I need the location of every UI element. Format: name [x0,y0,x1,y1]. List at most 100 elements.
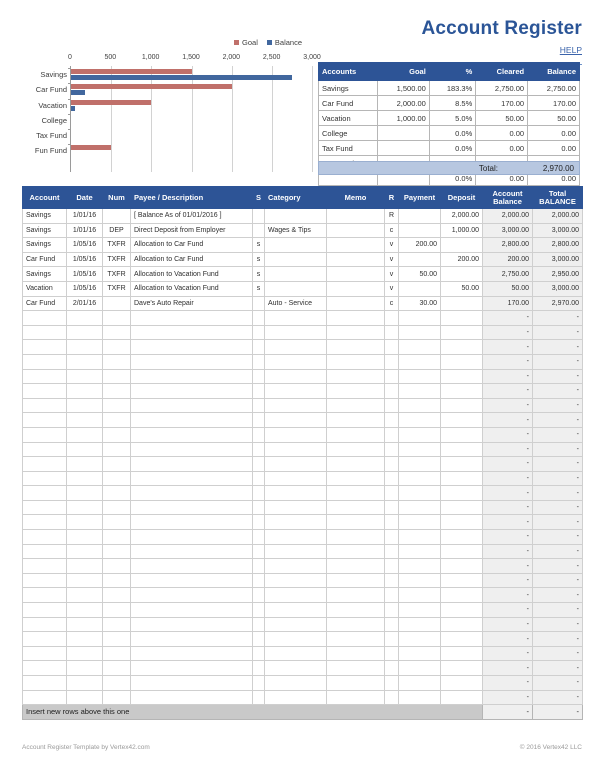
register-cell-memo[interactable] [326,280,385,297]
register-cell-category[interactable] [264,543,327,560]
register-cell-num[interactable] [102,543,131,560]
register-cell-date[interactable]: 2/01/16 [66,295,103,312]
register-cell-deposit[interactable] [440,266,483,282]
register-cell-payment[interactable] [398,675,441,691]
register-cell-memo[interactable] [326,339,385,355]
register-cell-total-balance[interactable]: - [532,456,583,472]
register-cell-r[interactable] [384,587,399,604]
table-row-empty[interactable]: -- [22,558,583,574]
register-cell-memo[interactable] [326,251,385,268]
register-cell-payee[interactable] [130,499,253,516]
register-cell-payment[interactable] [398,222,441,239]
register-cell-acct-balance[interactable]: - [482,675,533,691]
register-cell-account[interactable] [22,339,67,355]
register-cell-total-balance[interactable]: - [532,514,583,531]
register-cell-deposit[interactable] [440,558,483,574]
register-cell-num[interactable] [102,368,131,385]
register-cell-payee[interactable]: Allocation to Vacation Fund [130,266,253,282]
register-cell-date[interactable] [66,675,103,691]
register-cell-payment[interactable] [398,645,441,662]
register-cell-payee[interactable] [130,441,253,458]
register-cell-acct-balance[interactable]: - [482,412,533,428]
register-cell-num[interactable] [102,572,131,589]
register-cell-memo[interactable] [326,689,385,706]
register-cell-deposit[interactable] [440,397,483,414]
register-cell-payment[interactable] [398,558,441,574]
register-cell-s[interactable] [252,660,265,676]
register-cell-deposit[interactable] [440,426,483,443]
register-cell-num[interactable] [102,456,131,472]
register-cell-total-balance[interactable]: - [532,572,583,589]
register-cell-s[interactable] [252,426,265,443]
table-row-empty[interactable]: -- [22,660,583,676]
register-cell-account[interactable] [22,616,67,633]
register-cell-total-balance[interactable]: - [532,543,583,560]
register-cell-total-balance[interactable]: - [532,689,583,706]
register-cell-acct-balance[interactable]: - [482,645,533,662]
register-cell-total-balance[interactable]: 2,970.00 [532,295,583,312]
register-cell-s[interactable] [252,383,265,399]
register-cell-memo[interactable] [326,631,385,647]
register-cell-payment[interactable] [398,485,441,501]
register-cell-account[interactable]: Savings [22,266,67,282]
register-cell-acct-balance[interactable]: - [482,689,533,706]
register-cell-date[interactable] [66,572,103,589]
register-cell-payee[interactable] [130,558,253,574]
register-cell-memo[interactable] [326,675,385,691]
register-cell-deposit[interactable] [440,602,483,618]
register-cell-category[interactable] [264,529,327,545]
register-cell-category[interactable] [264,689,327,706]
register-cell-r[interactable]: v [384,266,399,282]
register-cell-num[interactable] [102,324,131,341]
register-cell-deposit[interactable] [440,543,483,560]
register-cell-memo[interactable] [326,499,385,516]
register-cell-r[interactable] [384,660,399,676]
register-cell-s[interactable] [252,353,265,370]
register-cell-s[interactable] [252,645,265,662]
register-cell-s[interactable] [252,339,265,355]
register-cell-deposit[interactable] [440,470,483,487]
register-cell-num[interactable] [102,499,131,516]
register-cell-r[interactable] [384,441,399,458]
register-cell-acct-balance[interactable]: 3,000.00 [482,222,533,239]
register-cell-category[interactable] [264,310,327,326]
register-cell-acct-balance[interactable]: 50.00 [482,280,533,297]
register-cell-r[interactable] [384,470,399,487]
register-cell-category[interactable] [264,660,327,676]
register-cell-total-balance[interactable]: 2,800.00 [532,237,583,253]
register-cell-deposit[interactable] [440,456,483,472]
col-payment[interactable]: Payment [398,186,441,209]
register-cell-num[interactable] [102,514,131,531]
table-row[interactable]: Savings 1/01/16 DEP Direct Deposit from Emp… [22,222,583,239]
register-cell-total-balance[interactable]: - [532,310,583,326]
register-cell-date[interactable] [66,470,103,487]
register-cell-r[interactable] [384,353,399,370]
col-total-balance[interactable]: Total BALANCE [532,186,583,209]
table-row-empty[interactable]: -- [22,324,583,341]
register-cell-payment[interactable] [398,208,441,224]
register-cell-acct-balance[interactable]: 2,000.00 [482,208,533,224]
register-cell-account[interactable] [22,543,67,560]
register-cell-date[interactable] [66,645,103,662]
register-cell-payee[interactable] [130,543,253,560]
register-cell-acct-balance[interactable]: - [482,426,533,443]
register-cell-acct-balance[interactable]: - [482,543,533,560]
register-cell-s[interactable] [252,543,265,560]
register-cell-account[interactable] [22,675,67,691]
register-cell-r[interactable] [384,529,399,545]
register-cell-memo[interactable] [326,660,385,676]
register-cell-s[interactable] [252,412,265,428]
table-row-empty[interactable]: -- [22,456,583,472]
register-cell-s[interactable] [252,456,265,472]
register-cell-payee[interactable]: [ Balance As of 01/01/2016 ] [130,208,253,224]
register-cell-num[interactable] [102,397,131,414]
register-cell-category[interactable] [264,383,327,399]
register-cell-payee[interactable]: Direct Deposit from Employer [130,222,253,239]
register-cell-acct-balance[interactable]: - [482,631,533,647]
register-cell-category[interactable] [264,499,327,516]
register-cell-account[interactable] [22,353,67,370]
register-cell-total-balance[interactable]: - [532,426,583,443]
register-cell-payment[interactable]: 30.00 [398,295,441,312]
register-cell-s[interactable]: s [252,280,265,297]
register-cell-s[interactable] [252,208,265,224]
